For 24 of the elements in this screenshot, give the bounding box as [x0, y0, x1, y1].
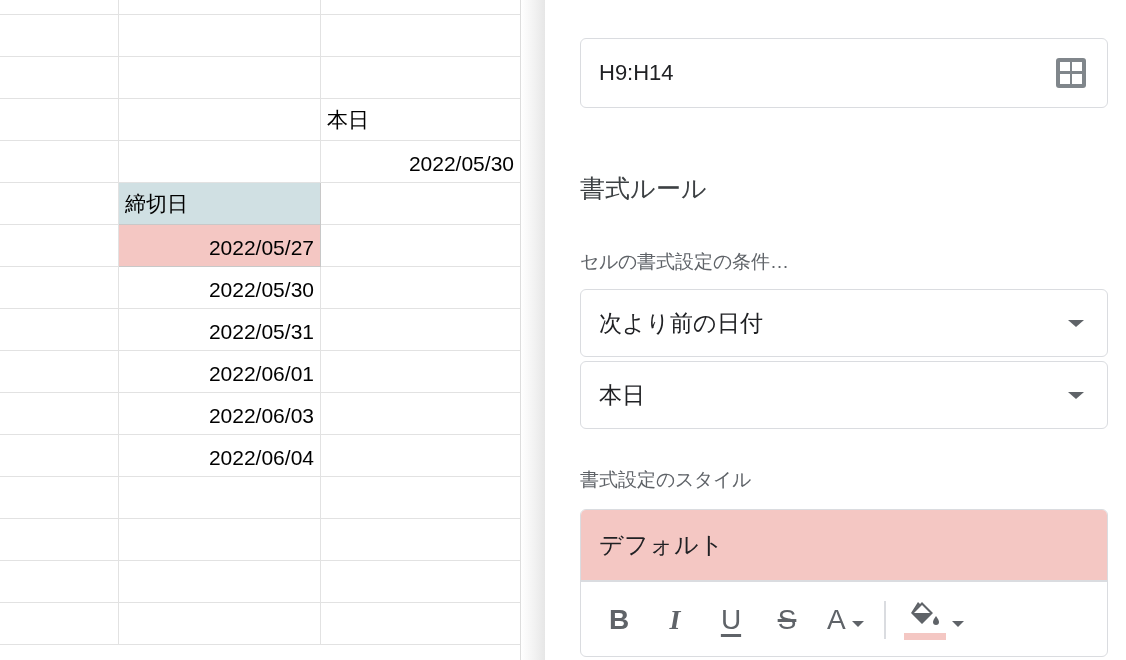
condition-dropdown[interactable]: 次より前の日付 — [580, 289, 1108, 357]
table-cell: 2022/05/31 — [119, 309, 321, 351]
caret-icon — [1068, 391, 1084, 399]
value-dropdown[interactable]: 本日 — [580, 361, 1108, 429]
field-label: セルの書式設定の条件… — [580, 250, 790, 274]
section-heading: 書式ルール — [580, 173, 708, 204]
table-cell: 2022/05/30 — [119, 267, 321, 309]
style-preview: デフォルト — [581, 510, 1107, 582]
field-label: 書式設定のスタイル — [580, 468, 752, 492]
table-cell: 締切日 — [119, 183, 321, 225]
italic-button[interactable]: I — [655, 596, 695, 644]
bold-button[interactable]: B — [599, 596, 639, 644]
table-cell: 2022/06/03 — [119, 393, 321, 435]
grid-icon[interactable] — [1055, 57, 1087, 89]
range-input-field[interactable]: H9:H14 — [580, 38, 1108, 108]
table-cell: 2022/05/27 — [119, 225, 321, 267]
caret-icon — [1068, 319, 1084, 327]
table-cell: 2022/06/01 — [119, 351, 321, 393]
strikethrough-button[interactable]: S — [767, 596, 807, 644]
caret-icon — [851, 621, 864, 627]
table-cell: 2022/06/04 — [119, 435, 321, 477]
underline-button[interactable]: U — [711, 596, 751, 644]
text-color-button[interactable]: A — [823, 596, 868, 644]
caret-icon — [951, 621, 964, 627]
